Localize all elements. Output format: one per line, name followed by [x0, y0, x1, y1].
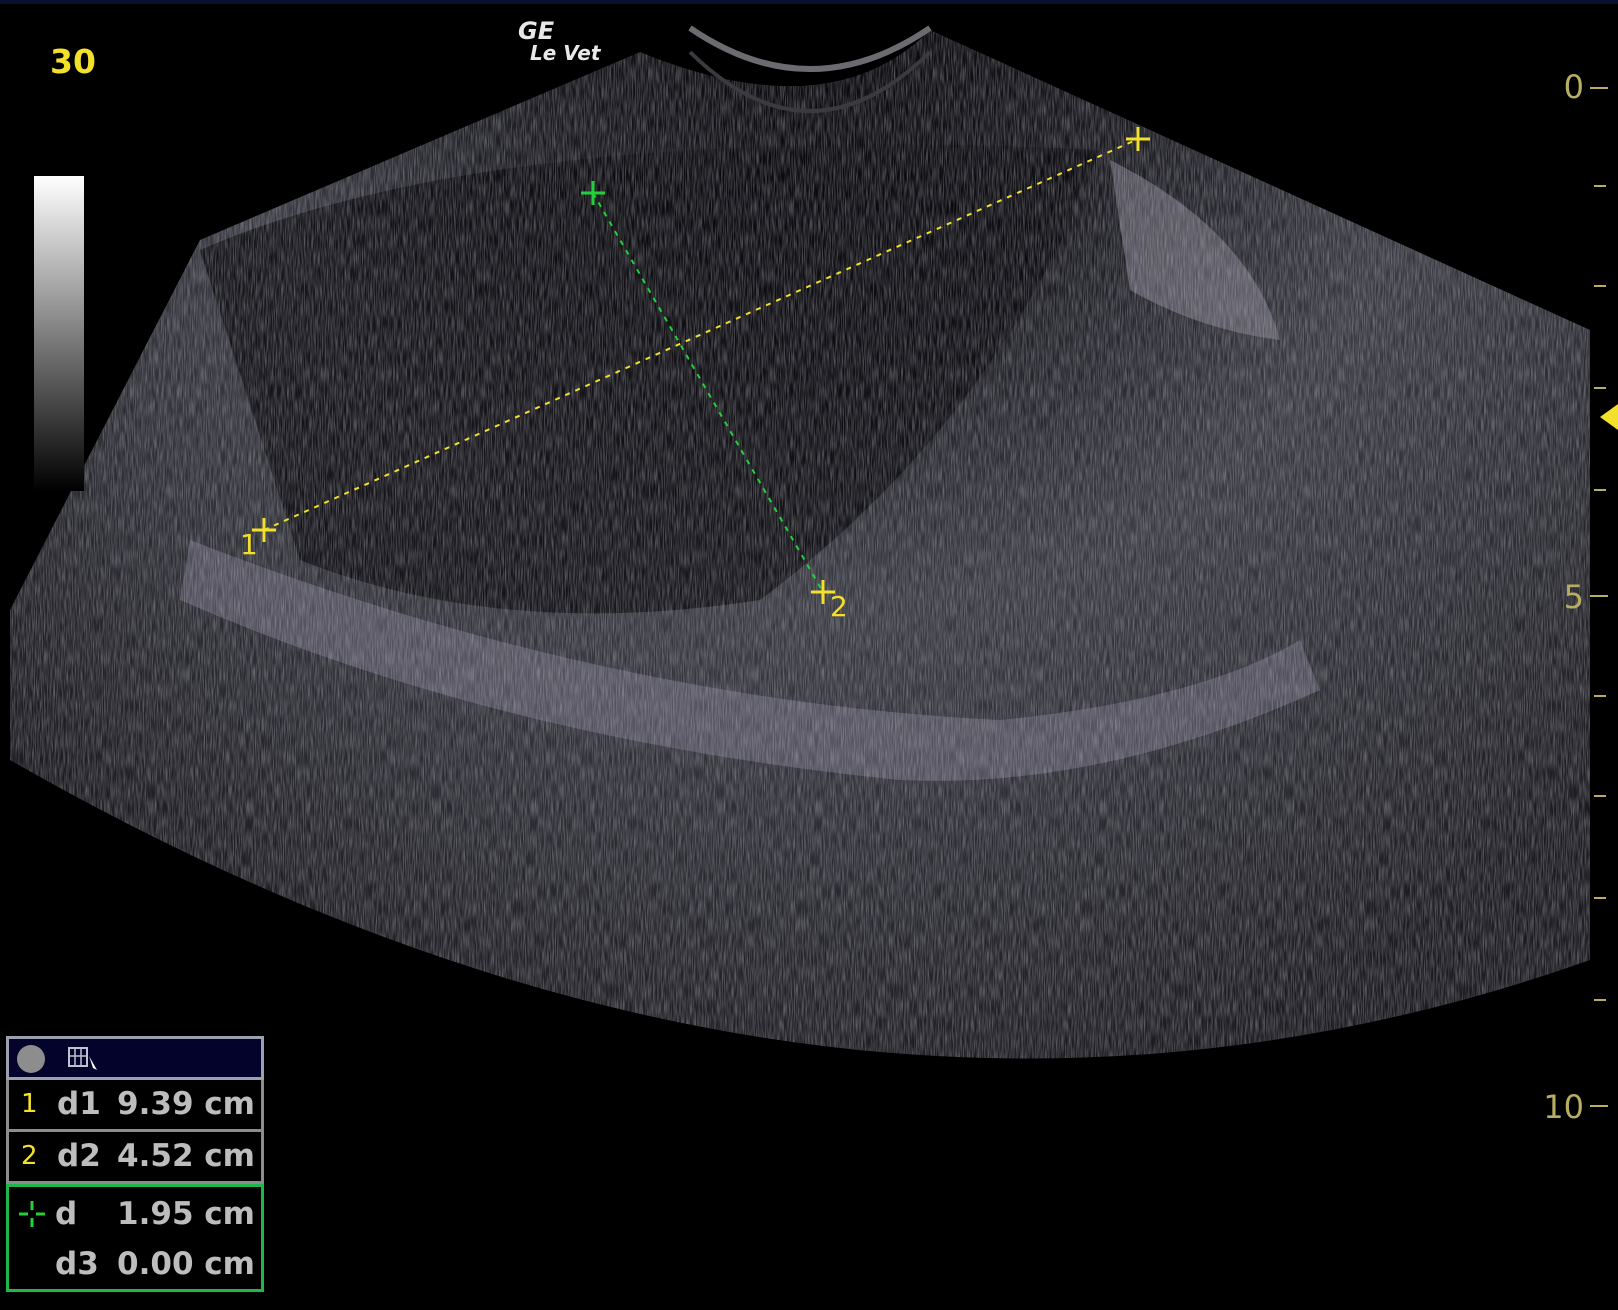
brand-line1: GE	[518, 17, 555, 45]
measurement-value: 4.52 cm	[117, 1138, 255, 1174]
measurement-row-d2[interactable]: 2 d2 4.52 cm	[6, 1132, 264, 1184]
caliper-label-2: 2	[830, 590, 848, 623]
measurement-index: 1	[21, 1089, 38, 1119]
caliper-cross-icon	[19, 1201, 45, 1227]
depth-scale-ticks	[1590, 87, 1608, 1107]
measurement-value: 9.39 cm	[117, 1086, 255, 1122]
brand-line2: Le Vet	[530, 41, 601, 65]
depth-label-10: 10	[1543, 1088, 1584, 1126]
measure-tool-icon[interactable]	[67, 1044, 97, 1072]
measurement-name: d2	[57, 1138, 101, 1174]
measurement-row-d1[interactable]: 1 d1 9.39 cm	[6, 1080, 264, 1132]
focus-marker-icon[interactable]	[1600, 404, 1618, 430]
active-submeasurement-value: 0.00 cm	[117, 1246, 255, 1282]
depth-label-0: 0	[1563, 68, 1584, 106]
measurement-panel-header	[6, 1036, 264, 1080]
caliper-label-1: 1	[240, 528, 258, 561]
frame-number: 30	[50, 42, 96, 81]
record-dot-icon[interactable]	[17, 1045, 45, 1073]
brand-logo: GE Le Vet	[518, 17, 601, 65]
measurement-index: 2	[21, 1141, 38, 1171]
depth-label-5: 5	[1563, 578, 1584, 616]
measurement-name: d1	[57, 1086, 101, 1122]
active-measurement-value: 1.95 cm	[117, 1196, 255, 1232]
active-submeasurement-name: d3	[55, 1246, 99, 1282]
active-measurement-name: d	[55, 1196, 78, 1232]
grayscale-bar	[34, 176, 84, 491]
active-measurement[interactable]: d 1.95 cm d3 0.00 cm	[6, 1184, 264, 1292]
measurement-panel: 1 d1 9.39 cm 2 d2 4.52 cm d 1.95 cm d3 0…	[6, 1036, 264, 1292]
